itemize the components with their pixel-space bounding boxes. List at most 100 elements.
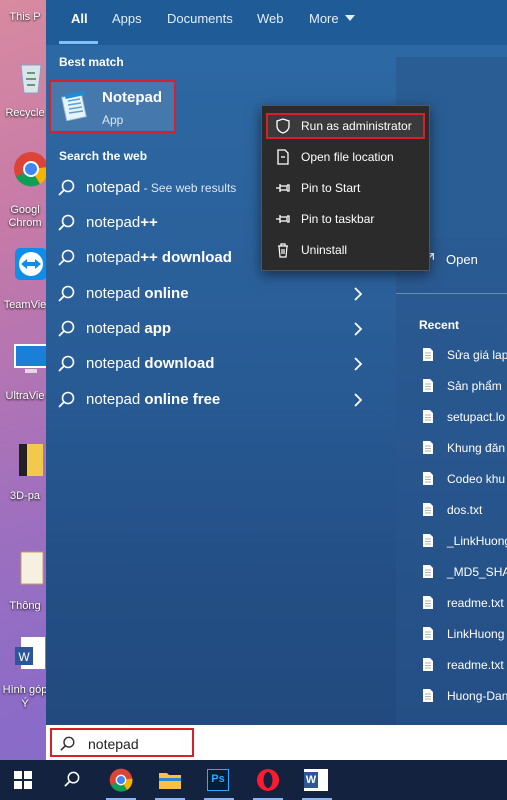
context-menu-label: Run as administrator <box>301 119 412 133</box>
word-icon: W <box>304 769 328 791</box>
desktop-icon-this-pc[interactable]: This P <box>0 0 50 30</box>
web-result-suggestion: online <box>140 285 189 302</box>
recent-file-name: readme.txt <box>447 658 504 672</box>
desktop-icon-label: UltraVie <box>5 390 45 402</box>
web-result-query: notepad <box>86 391 141 408</box>
context-menu-uninstall[interactable]: Uninstall <box>266 237 425 263</box>
taskbar-search-button[interactable] <box>49 760 95 800</box>
recent-file-name: Codeo khu <box>447 472 506 486</box>
context-menu-label: Uninstall <box>301 243 348 257</box>
recent-file-item[interactable]: Khung đăn <box>396 438 507 462</box>
web-result-row[interactable]: notepad online <box>46 277 383 312</box>
recent-file-item[interactable]: _MD5_SHA <box>396 562 507 586</box>
recent-file-item[interactable]: Sửa giá lap <box>396 345 507 369</box>
document-icon <box>423 410 433 423</box>
windows-start-icon <box>14 771 32 789</box>
recent-file-item[interactable]: readme.txt <box>396 655 507 679</box>
start-button[interactable] <box>0 760 46 800</box>
tab-more[interactable]: More <box>309 11 355 26</box>
pin-icon <box>276 184 290 192</box>
web-result-text: notepad online free <box>86 391 220 408</box>
web-result-row[interactable]: notepad download <box>46 347 383 382</box>
context-menu-label: Open file location <box>301 150 394 164</box>
search-icon <box>60 736 75 751</box>
recent-file-item[interactable]: _LinkHuong <box>396 531 507 555</box>
web-result-suggestion: app <box>140 320 172 337</box>
pin-icon <box>276 215 290 223</box>
search-icon <box>58 355 75 372</box>
context-menu-run-as-administrator[interactable]: Run as administrator <box>266 113 425 139</box>
chevron-right-icon[interactable] <box>352 321 364 337</box>
chevron-right-icon[interactable] <box>352 392 364 408</box>
taskbar-file-explorer[interactable] <box>147 760 193 800</box>
context-menu: Run as administrator Open file location … <box>261 105 430 271</box>
recent-file-name: _MD5_SHA <box>447 565 507 579</box>
recent-file-name: Huong-Dan <box>447 689 507 703</box>
recent-file-item[interactable]: Sản phẩm <box>396 376 507 400</box>
web-result-text: notepad - See web results <box>86 179 236 196</box>
web-result-query: notepad <box>86 320 141 337</box>
recent-file-item[interactable]: Huong-Dan <box>396 686 507 710</box>
desktop-icon-word-doc[interactable]: W Hình góp Ý <box>0 635 50 720</box>
document-icon <box>423 379 433 392</box>
desktop-icon-3d-paint[interactable]: 3D-pa <box>0 440 50 510</box>
desktop-icon-label: This P <box>9 11 41 23</box>
recent-file-name: dos.txt <box>447 503 483 517</box>
tab-apps[interactable]: Apps <box>112 11 142 26</box>
search-bar: notepad <box>46 725 507 760</box>
document-icon <box>423 689 433 702</box>
photoshop-icon: Ps <box>207 769 229 791</box>
document-icon <box>20 551 44 585</box>
recent-file-item[interactable]: setupact.lo <box>396 407 507 431</box>
context-menu-pin-to-start[interactable]: Pin to Start <box>266 175 425 201</box>
web-result-row[interactable]: notepad online free <box>46 383 383 418</box>
notepad-icon <box>61 90 87 121</box>
tab-all[interactable]: All <box>71 11 88 26</box>
chevron-right-icon[interactable] <box>352 286 364 302</box>
web-result-text: notepad download <box>86 355 214 372</box>
document-icon <box>423 534 433 547</box>
svg-text:W: W <box>18 650 30 664</box>
search-icon <box>58 179 75 196</box>
recent-file-item[interactable]: dos.txt <box>396 500 507 524</box>
file-location-icon <box>277 149 289 165</box>
context-menu-open-file-location[interactable]: Open file location <box>266 144 425 170</box>
desktop-icon-thong[interactable]: Thông <box>0 550 50 620</box>
search-icon <box>58 320 75 337</box>
taskbar: Ps W <box>0 760 507 800</box>
tab-web[interactable]: Web <box>257 11 284 26</box>
taskbar-chrome[interactable] <box>98 760 144 800</box>
recent-file-item[interactable]: readme.txt <box>396 593 507 617</box>
desktop-icon-chrome[interactable]: Googl Chrom <box>0 150 50 235</box>
desktop-icon-teamviewer[interactable]: TeamVie <box>0 245 50 315</box>
recent-file-name: readme.txt <box>447 596 504 610</box>
chevron-right-icon[interactable] <box>352 356 364 372</box>
chrome-icon <box>14 152 49 187</box>
document-icon <box>423 596 433 609</box>
web-result-suggestion: download <box>140 355 215 372</box>
file-explorer-icon <box>159 773 181 789</box>
recent-file-name: LinkHuong <box>447 627 505 641</box>
web-result-text: notepad++ download <box>86 249 232 266</box>
photoshop-icon-label: Ps <box>211 773 225 785</box>
recent-file-item[interactable]: LinkHuong <box>396 624 507 648</box>
tab-documents[interactable]: Documents <box>167 11 233 26</box>
context-menu-pin-to-taskbar[interactable]: Pin to taskbar <box>266 206 425 232</box>
desktop-icon-recycle-bin[interactable]: Recycle <box>0 55 50 125</box>
search-icon <box>64 771 80 787</box>
web-result-row[interactable]: notepad app <box>46 312 383 347</box>
search-input[interactable]: notepad <box>50 728 194 757</box>
ultraviewer-icon <box>14 344 48 373</box>
desktop-icon-ultraviewer[interactable]: UltraVie <box>0 340 50 410</box>
recent-file-item[interactable]: Codeo khu <box>396 469 507 493</box>
chrome-icon <box>109 768 133 792</box>
taskbar-word[interactable]: W <box>294 760 340 800</box>
taskbar-photoshop[interactable]: Ps <box>196 760 242 800</box>
shield-icon <box>276 118 290 134</box>
recent-file-name: setupact.lo <box>447 410 506 424</box>
web-result-suggestion: ++ download <box>140 249 232 266</box>
best-match-notepad[interactable]: Notepad App <box>49 80 176 133</box>
web-result-query: notepad <box>86 249 141 266</box>
chevron-down-icon <box>344 15 355 21</box>
taskbar-opera[interactable] <box>245 760 291 800</box>
